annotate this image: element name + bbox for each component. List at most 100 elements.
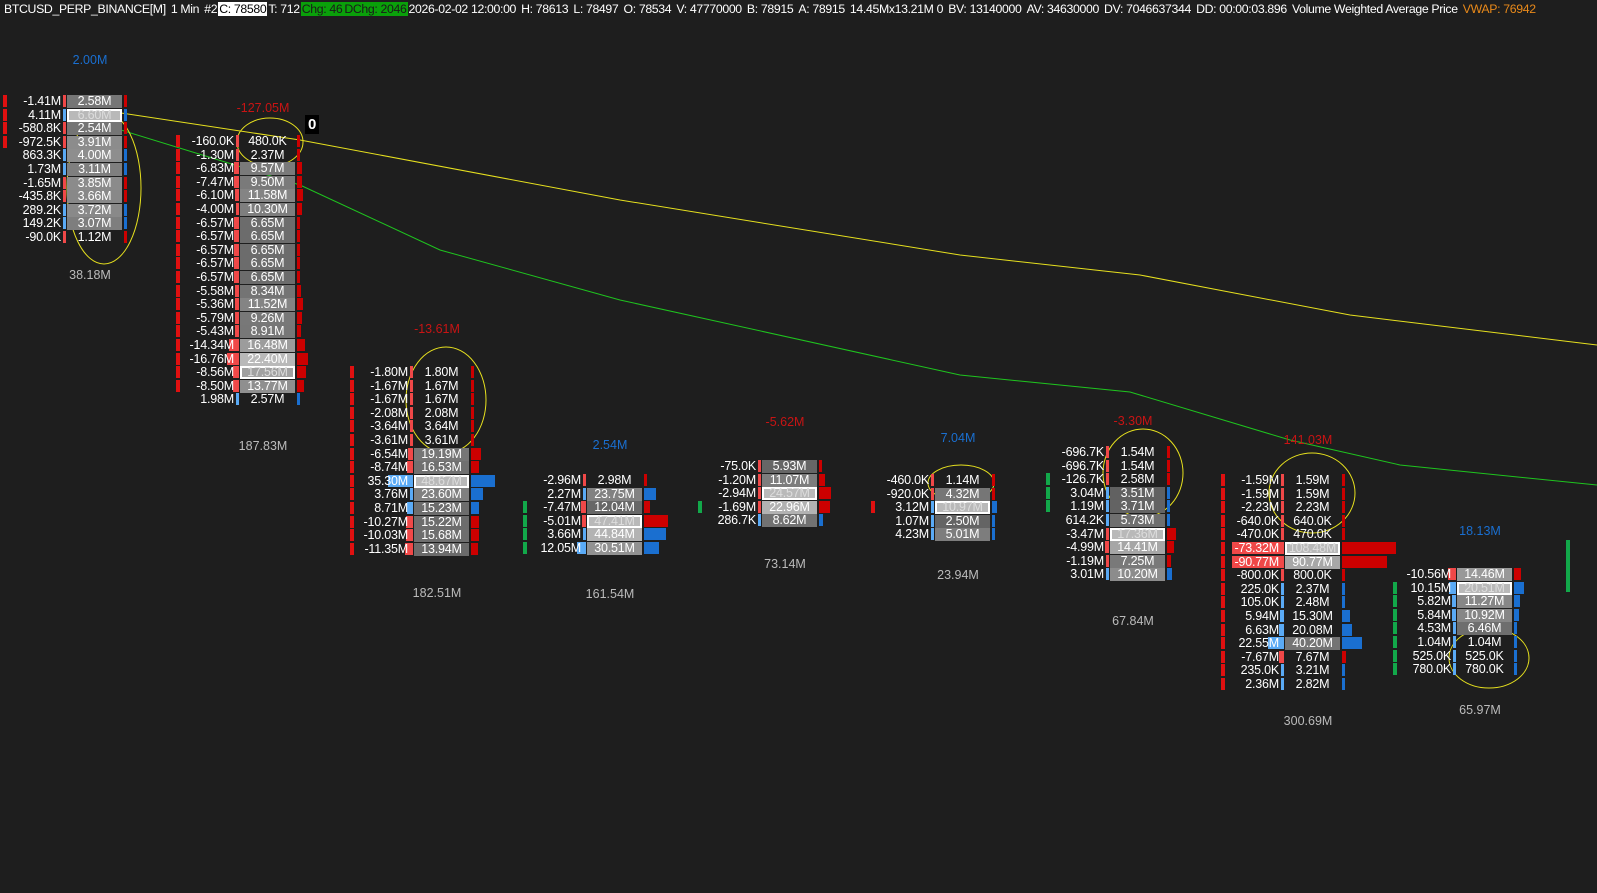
volume-cell[interactable]: 8.91M [240, 325, 295, 339]
volume-cell[interactable]: 3.91M [67, 135, 122, 149]
volume-cell[interactable]: 1.04M [1457, 636, 1512, 649]
footprint-row[interactable]: -1.67M 1.67M [0, 379, 474, 393]
volume-cell[interactable]: 470.0K [1285, 528, 1340, 541]
footprint-row[interactable]: -470.0K 470.0K [0, 528, 1345, 541]
footprint-row[interactable]: 149.2K 3.07M [0, 217, 127, 231]
volume-cell[interactable]: 2.58M [67, 95, 122, 108]
footprint-row[interactable]: -1.67M 1.67M [0, 393, 474, 406]
volume-cell[interactable]: 800.0K [1285, 569, 1340, 582]
footprint-row[interactable]: -2.08M 2.08M [0, 406, 474, 420]
footprint-row[interactable]: 10.15M 20.51M [0, 581, 1525, 595]
volume-cell[interactable]: 44.84M [587, 528, 642, 542]
volume-cell[interactable]: 1.80M [414, 366, 469, 379]
footprint-row[interactable]: -1.41M 2.58M [0, 95, 127, 108]
volume-cell[interactable]: 5.01M [935, 528, 990, 542]
volume-cell[interactable]: 10.20M [1110, 568, 1165, 582]
volume-cell[interactable]: 7.67M [1285, 650, 1340, 664]
footprint-row[interactable]: -6.57M 6.65M [0, 257, 301, 271]
volume-cell[interactable]: 3.64M [414, 420, 469, 433]
footprint-row[interactable]: 525.0K 525.0K [0, 649, 1517, 663]
volume-cell[interactable]: 20.08M [1285, 623, 1340, 637]
volume-cell[interactable]: 15.23M [414, 502, 469, 515]
volume-cell[interactable]: 23.75M [587, 487, 642, 501]
volume-cell[interactable]: 3.11M [67, 163, 122, 176]
volume-cell[interactable]: 17.56M [240, 366, 295, 380]
volume-cell[interactable]: 7.25M [1110, 554, 1165, 568]
volume-cell[interactable]: 480.0K [240, 135, 295, 148]
volume-cell[interactable]: 47.41M [587, 515, 642, 528]
footprint-row[interactable]: -972.5K 3.91M [0, 135, 127, 149]
volume-cell[interactable]: 48.67M [414, 475, 469, 488]
volume-cell[interactable]: 525.0K [1457, 649, 1512, 663]
volume-cell[interactable]: 2.98M [587, 474, 642, 487]
volume-cell[interactable]: 15.22M [414, 515, 469, 529]
volume-cell[interactable]: 13.94M [414, 542, 469, 556]
footprint-row[interactable]: -640.0K 640.0K [0, 514, 1345, 528]
volume-cell[interactable]: 1.67M [414, 379, 469, 393]
footprint-row[interactable]: 289.2K 3.72M [0, 203, 127, 217]
footprint-row[interactable]: -73.32M 108.48M [0, 542, 1397, 555]
volume-cell[interactable]: 10.92M [1457, 608, 1512, 622]
volume-cell[interactable]: 11.07M [762, 473, 817, 487]
volume-cell[interactable]: 6.65M [240, 243, 295, 257]
volume-cell[interactable]: 24.57M [762, 487, 817, 501]
volume-cell[interactable]: 2.54M [67, 122, 122, 136]
footprint-row[interactable]: 4.11M 6.60M [0, 108, 128, 122]
footprint-row[interactable]: -1.59M 1.59M [0, 487, 1345, 501]
volume-cell[interactable]: 14.46M [1457, 568, 1512, 581]
volume-cell[interactable]: 6.60M [67, 108, 122, 122]
footprint-row[interactable]: 2.36M 2.82M [0, 678, 1345, 691]
volume-cell[interactable]: 3.21M [1285, 664, 1340, 677]
volume-cell[interactable]: 2.50M [935, 514, 990, 528]
volume-cell[interactable]: 640.0K [1285, 514, 1340, 528]
footprint-row[interactable]: -6.57M 6.65M [0, 243, 301, 257]
volume-cell[interactable]: 9.50M [240, 175, 295, 189]
volume-cell[interactable]: 17.36M [1110, 527, 1165, 541]
footprint-row[interactable]: -90.77M 90.77M [0, 555, 1388, 569]
footprint-row[interactable]: -90.0K 1.12M [0, 231, 127, 244]
footprint-row[interactable]: 780.0K 780.0K [0, 663, 1517, 676]
volume-cell[interactable]: 5.73M [1110, 514, 1165, 527]
volume-cell[interactable]: 13.77M [240, 379, 295, 393]
volume-cell[interactable]: 780.0K [1457, 663, 1512, 676]
volume-cell[interactable]: 9.26M [240, 311, 295, 325]
volume-cell[interactable]: 11.58M [240, 189, 295, 203]
footprint-row[interactable]: -1.80M 1.80M [0, 366, 474, 379]
volume-cell[interactable]: 108.48M [1285, 542, 1340, 555]
volume-cell[interactable]: 2.57M [240, 393, 295, 406]
volume-cell[interactable]: 3.85M [67, 176, 122, 190]
footprint-row[interactable]: -2.23M 2.23M [0, 501, 1345, 514]
volume-cell[interactable]: 20.51M [1457, 581, 1512, 595]
footprint-row[interactable]: -696.7K 1.54M [0, 459, 1170, 473]
volume-cell[interactable]: 22.40M [240, 352, 295, 366]
volume-cell[interactable]: 6.65M [240, 257, 295, 271]
footprint-row[interactable]: -580.8K 2.54M [0, 122, 127, 136]
footprint-row[interactable]: 863.3K 4.00M [0, 149, 127, 163]
volume-cell[interactable]: 3.71M [1110, 500, 1165, 514]
volume-cell[interactable]: 30.51M [587, 542, 642, 555]
volume-cell[interactable]: 6.65M [240, 230, 295, 244]
volume-cell[interactable]: 2.58M [1110, 473, 1165, 486]
volume-cell[interactable]: 12.04M [587, 501, 642, 515]
volume-cell[interactable]: 1.67M [414, 393, 469, 406]
volume-cell[interactable]: 23.60M [414, 488, 469, 502]
volume-cell[interactable]: 2.37M [240, 148, 295, 162]
volume-cell[interactable]: 8.62M [762, 514, 817, 528]
volume-cell[interactable]: 8.34M [240, 284, 295, 298]
volume-cell[interactable]: 16.48M [240, 339, 295, 352]
volume-cell[interactable]: 5.93M [762, 460, 817, 473]
volume-cell[interactable]: 1.54M [1110, 459, 1165, 473]
volume-cell[interactable]: 11.27M [1457, 595, 1512, 609]
volume-cell[interactable]: 14.41M [1110, 541, 1165, 555]
footprint-row[interactable]: -16.76M 22.40M [0, 352, 309, 366]
footprint-row[interactable]: 1.73M 3.11M [0, 163, 127, 176]
volume-cell[interactable]: 16.53M [414, 461, 469, 475]
footprint-row[interactable]: -1.59M 1.59M [0, 474, 1345, 487]
volume-cell[interactable]: 2.08M [414, 406, 469, 420]
volume-cell[interactable]: 3.72M [67, 203, 122, 217]
footprint-row[interactable]: -696.7K 1.54M [0, 446, 1170, 459]
footprint-row[interactable]: -5.58M 8.34M [0, 284, 302, 298]
volume-cell[interactable]: 2.37M [1285, 582, 1340, 596]
volume-cell[interactable]: 1.12M [67, 231, 122, 244]
footprint-row[interactable]: -1.65M 3.85M [0, 176, 127, 190]
